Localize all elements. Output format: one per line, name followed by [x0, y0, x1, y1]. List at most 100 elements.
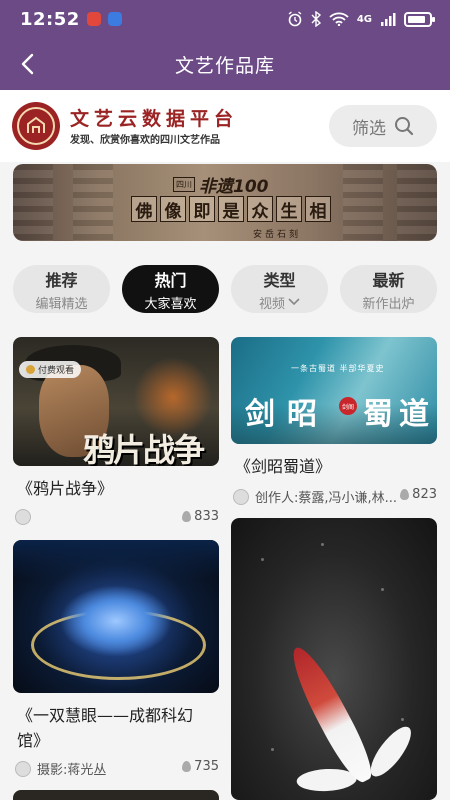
work-title: 《剑昭蜀道》 — [235, 457, 332, 476]
signal-icon — [381, 13, 396, 26]
tab-recommended[interactable]: 推荐 编辑精选 — [13, 265, 110, 313]
thumbnail-speck — [401, 718, 404, 721]
filter-button[interactable]: 筛选 — [329, 105, 437, 147]
likes-count: 833 — [182, 509, 219, 524]
banner-stone-texture — [397, 164, 437, 241]
banner-badge-tag: 四川 — [173, 177, 195, 192]
platform-logo — [12, 102, 60, 150]
coin-icon — [26, 365, 35, 374]
work-author: 创作人:蔡露,冯小谦,林... — [255, 491, 398, 506]
tab-type-selector: 视频 — [259, 293, 300, 312]
work-card[interactable]: 《一双慧眼——成都科幻 馆》 摄影:蒋光丛 735 — [13, 540, 219, 780]
flame-icon — [182, 761, 192, 772]
likes-value: 823 — [412, 487, 437, 502]
tab-latest[interactable]: 最新 新作出炉 — [340, 265, 437, 313]
status-bar: 12:52 4G — [0, 0, 450, 38]
work-thumbnail: 一条古蜀道 半部华夏史 剑 昭 剑阁 蜀 道 — [231, 337, 437, 444]
banner-char: 众 — [247, 196, 273, 222]
back-button[interactable] — [12, 48, 42, 80]
work-title: 《一双慧眼——成都科幻 馆》 — [17, 703, 193, 753]
avatar — [233, 488, 249, 505]
work-meta: 摄影:蒋光丛 — [15, 759, 106, 778]
koi-fin — [364, 721, 418, 783]
banner-headline: 佛 像 即 是 众 生 相 — [131, 196, 331, 222]
banner-stone-texture — [343, 164, 383, 241]
platform-name: 文艺云数据平台 — [70, 108, 239, 130]
page-title: 文艺作品库 — [174, 54, 275, 77]
filter-label: 筛选 — [352, 118, 386, 139]
bluetooth-icon — [311, 11, 321, 27]
likes-value: 735 — [194, 759, 219, 774]
banner-badge: 四川 非遗100 — [173, 172, 269, 197]
thumbnail-city-lights — [13, 540, 219, 580]
work-title: 《鸦片战争》 — [17, 479, 114, 498]
banner-badge-title: 非遗100 — [199, 177, 269, 197]
notification-app-icon — [86, 12, 101, 26]
alarm-icon — [288, 11, 302, 27]
chevron-left-icon — [21, 53, 34, 75]
work-card[interactable] — [13, 790, 219, 800]
paid-badge-label: 付费观看 — [38, 366, 75, 376]
search-icon — [395, 117, 414, 136]
work-thumbnail — [231, 518, 437, 800]
thumbnail-speck — [321, 543, 324, 546]
work-thumbnail: 付费观看 鸦片战争 — [13, 337, 219, 466]
status-time: 12:52 — [20, 8, 80, 30]
tab-title: 热门 — [154, 270, 187, 290]
wifi-icon — [329, 12, 349, 26]
tab-popular[interactable]: 热门 大家喜欢 — [122, 265, 219, 313]
thumbnail-char: 道 — [399, 397, 429, 432]
thumbnail-char: 剑 — [245, 397, 275, 432]
top-bar: 12:52 4G 文艺作品库 — [0, 0, 450, 90]
network-label: 4G — [356, 13, 372, 25]
category-tabs: 推荐 编辑精选 热门 大家喜欢 类型 视频 最新 新作出炉 — [13, 265, 437, 313]
thumbnail-speck — [261, 558, 264, 561]
likes-value: 833 — [194, 509, 219, 524]
banner-char: 佛 — [131, 196, 157, 222]
work-thumbnail — [13, 540, 219, 693]
thumbnail-title-art: 鸦片战争 — [83, 431, 205, 466]
koi-body — [282, 640, 380, 788]
tab-title: 推荐 — [45, 270, 78, 290]
paid-badge: 付费观看 — [19, 361, 82, 378]
thumbnail-koi — [265, 632, 418, 800]
thumbnail-speck — [271, 748, 274, 751]
tab-type[interactable]: 类型 视频 — [231, 265, 328, 313]
chevron-down-icon — [288, 298, 300, 306]
work-title-line: 《一双慧眼——成都科幻 — [17, 706, 194, 725]
app-header: 文艺作品库 — [0, 38, 450, 90]
banner-char: 即 — [189, 196, 215, 222]
promo-banner[interactable]: 四川 非遗100 佛 像 即 是 众 生 相 安岳石刻 — [13, 164, 437, 241]
work-card[interactable]: 付费观看 鸦片战争 《鸦片战争》 833 — [13, 337, 219, 530]
battery-icon — [404, 11, 435, 27]
tab-subtitle: 编辑精选 — [35, 296, 88, 312]
platform-slogan: 发现、欣赏你喜欢的四川文艺作品 — [70, 135, 220, 146]
logo-emblem — [17, 107, 55, 145]
work-card[interactable] — [231, 518, 437, 800]
avatar — [15, 509, 31, 525]
thumbnail-char: 蜀 — [363, 397, 393, 432]
tab-subtitle: 视频 — [258, 296, 285, 312]
banner-subtitle: 安岳石刻 — [253, 230, 302, 240]
work-card[interactable]: 一条古蜀道 半部华夏史 剑 昭 剑阁 蜀 道 《剑昭蜀道》 创作人:蔡露,冯小谦… — [231, 337, 437, 507]
brand-bar: 文艺云数据平台 发现、欣赏你喜欢的四川文艺作品 筛选 — [0, 90, 450, 162]
tab-title: 类型 — [263, 270, 296, 290]
banner-char: 是 — [218, 196, 244, 222]
banner-char: 生 — [276, 196, 302, 222]
tab-subtitle: 大家喜欢 — [144, 296, 197, 312]
banner-char: 像 — [160, 196, 186, 222]
thumbnail-building-roof — [61, 586, 171, 656]
thumbnail-seal: 剑阁 — [339, 397, 357, 415]
thumbnail-tagline: 一条古蜀道 半部华夏史 — [291, 364, 385, 373]
status-icons: 4G — [287, 11, 435, 27]
likes-count: 823 — [400, 487, 437, 502]
battery-level — [408, 15, 425, 23]
notification-app-icon-2 — [107, 12, 122, 26]
banner-stone-texture — [13, 164, 53, 241]
tab-subtitle: 新作出炉 — [362, 296, 415, 312]
flame-icon — [400, 489, 410, 500]
avatar — [15, 760, 31, 777]
work-meta: 创作人:蔡露,冯小谦,林... — [233, 487, 397, 506]
banner-stone-texture — [73, 164, 113, 241]
thumbnail-speck — [381, 588, 384, 591]
